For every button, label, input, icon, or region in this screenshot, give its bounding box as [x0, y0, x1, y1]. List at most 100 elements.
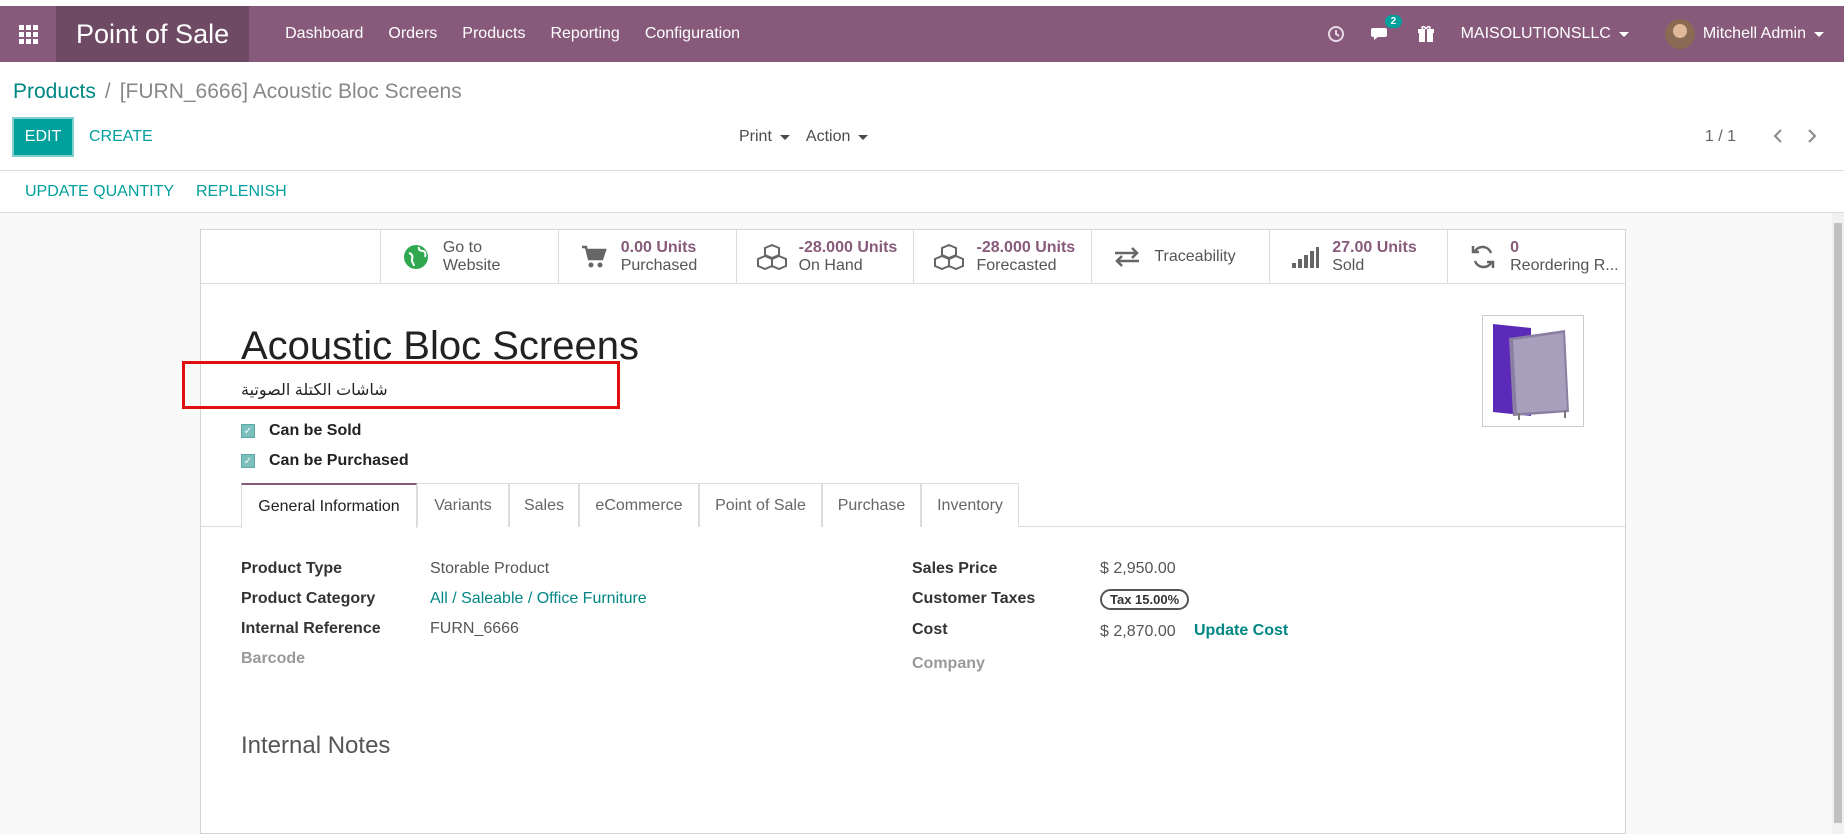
menu-products[interactable]: Products — [462, 25, 525, 43]
can-be-purchased-checkbox[interactable]: ✓ — [241, 454, 255, 468]
forecasted-label: Forecasted — [976, 257, 1057, 274]
sold-label: Sold — [1332, 257, 1365, 274]
replenish-button[interactable]: REPLENISH — [196, 183, 287, 201]
breadcrumb-current: [FURN_6666] Acoustic Bloc Screens — [119, 80, 462, 103]
can-be-sold-label: Can be Sold — [269, 422, 362, 439]
traceability-label: Traceability — [1154, 248, 1236, 265]
sales-price-label: Sales Price — [912, 560, 998, 577]
print-label: Print — [739, 128, 772, 145]
cost-value[interactable]: $ 2,870.00 — [1100, 623, 1176, 641]
refresh-icon — [1468, 242, 1498, 272]
tab-purchase[interactable]: Purchase — [822, 483, 921, 527]
reordering-smart-button[interactable]: 0 Reordering R... — [1447, 230, 1625, 284]
chevron-down-icon — [779, 134, 790, 140]
traceability-smart-button[interactable]: Traceability — [1091, 230, 1269, 284]
user-menu[interactable]: Mitchell Admin — [1664, 19, 1824, 49]
chat-badge: 2 — [1384, 15, 1403, 28]
signal-bars-icon — [1290, 242, 1320, 272]
website-smart-button[interactable]: Go to Website — [379, 230, 558, 284]
product-category-label: Product Category — [241, 590, 376, 607]
product-type-value[interactable]: Storable Product — [430, 560, 549, 578]
customer-taxes-label: Customer Taxes — [912, 590, 1036, 607]
can-be-sold-row: ✓ Can be Sold — [241, 422, 361, 440]
purchased-value: 0.00 Units — [620, 239, 697, 256]
company-switcher[interactable]: MAISOLUTIONSLLC — [1461, 25, 1629, 43]
shopping-cart-icon — [579, 242, 609, 272]
sold-smart-button[interactable]: 27.00 Units Sold — [1269, 230, 1447, 284]
menu-configuration[interactable]: Configuration — [645, 25, 740, 43]
tab-general-information[interactable]: General Information — [241, 483, 417, 528]
notebook-tabs: General Information Variants Sales eComm… — [201, 483, 1625, 528]
tab-ecommerce[interactable]: eCommerce — [579, 483, 699, 527]
product-image[interactable] — [1482, 315, 1584, 427]
status-bar: UPDATE QUANTITY REPLENISH — [0, 170, 1844, 213]
navbar: Point of Sale Dashboard Orders Products … — [0, 6, 1844, 62]
website-line1: Go to — [442, 239, 482, 256]
menu-reporting[interactable]: Reporting — [550, 25, 619, 43]
forecasted-smart-button[interactable]: -28.000 Units Forecasted — [913, 230, 1091, 284]
smart-buttons-bar: Go to Website 0.00 Units Purchased -28.0… — [201, 230, 1625, 284]
tax-badge[interactable]: Tax 15.00% — [1100, 589, 1190, 610]
user-name: Mitchell Admin — [1702, 25, 1806, 42]
on-hand-label: On Hand — [798, 257, 863, 274]
pager-value[interactable]: 1 / 1 — [1705, 128, 1736, 146]
purchased-label: Purchased — [620, 257, 698, 274]
product-category-link[interactable]: All / Saleable / Office Furniture — [430, 590, 647, 608]
company-name: MAISOLUTIONSLLC — [1460, 25, 1611, 42]
gift-icon[interactable] — [1417, 25, 1435, 43]
cubes-icon — [756, 242, 787, 272]
action-label: Action — [805, 128, 851, 145]
internal-reference-value[interactable]: FURN_6666 — [430, 620, 519, 638]
internal-reference-label: Internal Reference — [241, 620, 381, 637]
barcode-label: Barcode — [241, 650, 306, 667]
form-content: Go to Website 0.00 Units Purchased -28.0… — [0, 213, 1844, 834]
tab-inventory[interactable]: Inventory — [921, 483, 1019, 527]
cubes-icon — [934, 242, 965, 272]
control-panel: Products / [FURN_6666] Acoustic Bloc Scr… — [0, 62, 1844, 170]
vertical-scrollbar[interactable] — [1832, 213, 1844, 834]
menu-dashboard[interactable]: Dashboard — [285, 25, 363, 43]
cost-label: Cost — [912, 621, 948, 638]
exchange-arrows-icon — [1112, 242, 1142, 272]
update-quantity-button[interactable]: UPDATE QUANTITY — [25, 183, 174, 201]
form-sheet: Go to Website 0.00 Units Purchased -28.0… — [182, 229, 1626, 834]
can-be-purchased-label: Can be Purchased — [269, 452, 409, 469]
messages-chat-icon[interactable]: 2 — [1370, 15, 1403, 43]
tab-variants[interactable]: Variants — [417, 483, 509, 527]
menu-orders[interactable]: Orders — [388, 25, 437, 43]
action-dropdown[interactable]: Action — [805, 128, 869, 146]
reordering-value: 0 — [1510, 239, 1520, 256]
breadcrumb-separator: / — [104, 80, 111, 103]
internal-notes-title: Internal Notes — [241, 732, 391, 759]
can-be-purchased-row: ✓ Can be Purchased — [241, 452, 409, 470]
update-cost-button[interactable]: Update Cost — [1194, 622, 1288, 640]
breadcrumb-products-link[interactable]: Products — [13, 80, 96, 104]
app-brand[interactable]: Point of Sale — [56, 6, 250, 62]
globe-icon — [401, 242, 431, 272]
apps-menu-icon[interactable] — [0, 6, 56, 62]
product-type-label: Product Type — [241, 560, 343, 577]
pager-previous-icon[interactable] — [1768, 126, 1788, 146]
pager-next-icon[interactable] — [1802, 126, 1822, 146]
forecasted-value: -28.000 Units — [976, 239, 1076, 256]
breadcrumb: Products / [FURN_6666] Acoustic Bloc Scr… — [13, 80, 462, 104]
on-hand-smart-button[interactable]: -28.000 Units On Hand — [735, 230, 914, 284]
chevron-down-icon — [858, 134, 869, 140]
company-label: Company — [912, 655, 985, 672]
website-line2: Website — [442, 257, 501, 274]
can-be-sold-checkbox[interactable]: ✓ — [241, 424, 255, 438]
scrollbar-thumb[interactable] — [1834, 223, 1842, 823]
avatar — [1664, 19, 1695, 49]
print-dropdown[interactable]: Print — [739, 128, 790, 146]
chevron-down-icon — [1618, 31, 1629, 37]
tab-sales[interactable]: Sales — [509, 483, 579, 527]
chevron-down-icon — [1814, 31, 1824, 37]
tab-point-of-sale[interactable]: Point of Sale — [699, 483, 822, 527]
create-button[interactable]: CREATE — [89, 128, 153, 146]
sold-value: 27.00 Units — [1332, 239, 1417, 256]
on-hand-value: -28.000 Units — [798, 239, 898, 256]
edit-button[interactable]: EDIT — [12, 117, 74, 157]
sales-price-value[interactable]: $ 2,950.00 — [1100, 560, 1176, 578]
activity-clock-icon[interactable] — [1327, 25, 1345, 43]
purchased-smart-button[interactable]: 0.00 Units Purchased — [557, 230, 736, 284]
